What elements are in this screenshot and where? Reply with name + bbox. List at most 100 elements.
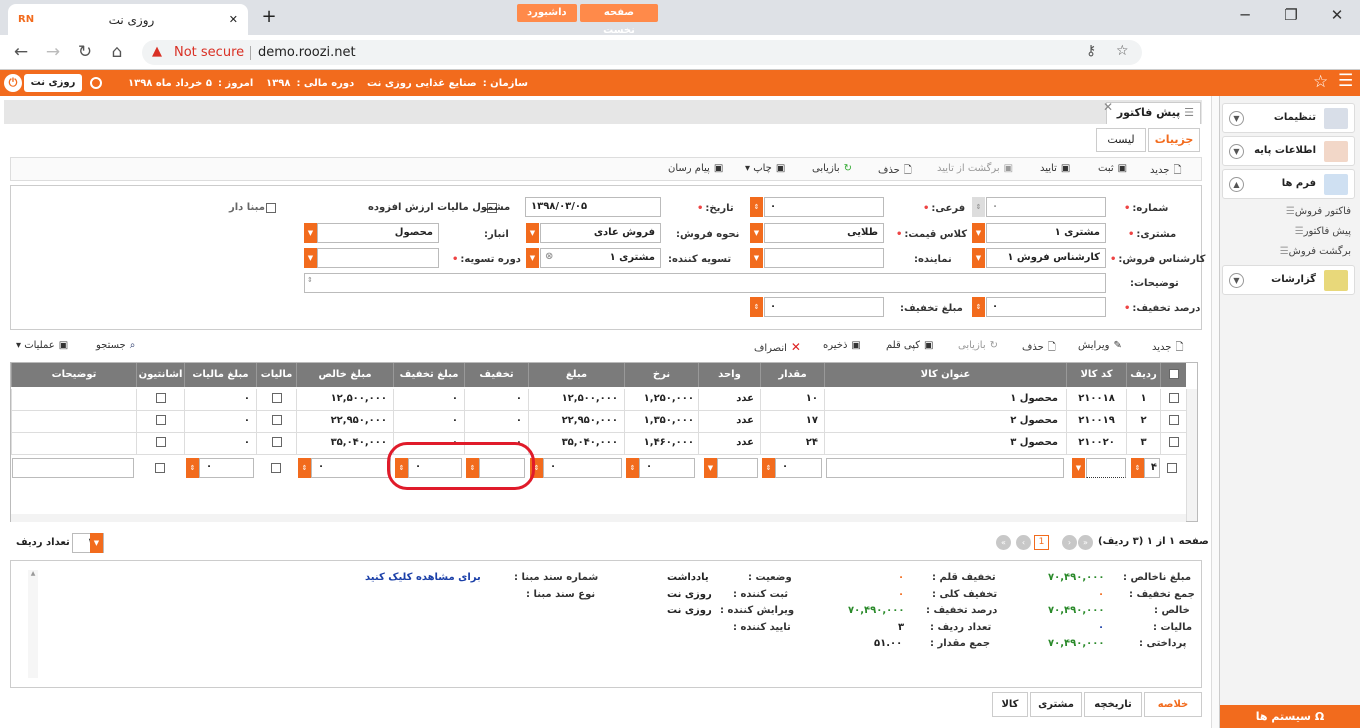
grid-save-button[interactable]: ▣ذخیره: [823, 340, 861, 351]
grid-header-net[interactable]: مبلغ خالص: [296, 363, 393, 387]
favorite-star-icon[interactable]: ☆: [1313, 72, 1328, 92]
chevron-down-icon[interactable]: ▼: [1229, 273, 1244, 288]
key-icon[interactable]: ⚷: [1086, 43, 1096, 59]
close-window-icon[interactable]: ✕: [1322, 6, 1352, 24]
row-checkbox[interactable]: [1168, 415, 1179, 425]
notes-field[interactable]: [304, 273, 1106, 293]
edit-qty-stepper[interactable]: ⇕: [762, 458, 775, 478]
prev-page-icon[interactable]: ›: [1062, 535, 1077, 550]
row-gift[interactable]: [136, 411, 184, 433]
sidebar-item-pre-invoice[interactable]: پیش فاکتور☰: [1290, 226, 1351, 237]
home-page-button[interactable]: صفحه نخست: [580, 4, 658, 36]
grid-header-rate[interactable]: نرخ: [624, 363, 698, 387]
row-gift[interactable]: [136, 433, 184, 455]
row-tax[interactable]: [256, 433, 296, 455]
search-button[interactable]: ⌕جستجو: [96, 340, 135, 351]
row-tax[interactable]: [256, 411, 296, 433]
grid-hscroll[interactable]: [11, 514, 1186, 522]
grid-header-title[interactable]: عنوان کالا: [824, 363, 1066, 387]
not-secure-label[interactable]: Not secure: [174, 45, 244, 60]
discount-pct-field[interactable]: ۰: [986, 297, 1106, 317]
edit-rate-stepper[interactable]: ⇕: [626, 458, 639, 478]
gift-checkbox[interactable]: [155, 437, 166, 447]
print-button[interactable]: ▣چاپ ▾: [745, 163, 785, 174]
edit-tax-checkbox[interactable]: [271, 463, 281, 473]
rep-field[interactable]: [764, 248, 884, 268]
row-select[interactable]: [1160, 411, 1186, 433]
copy-item-button[interactable]: ▣کپی قلم: [886, 340, 934, 351]
chevron-down-icon[interactable]: ▼: [1229, 144, 1244, 159]
star-icon[interactable]: ☆: [1116, 43, 1129, 59]
edit-tax-amt-field[interactable]: ۰: [199, 458, 254, 478]
warehouse-field[interactable]: محصول: [317, 223, 439, 243]
sidebar-group-base-info[interactable]: اطلاعات پایه ▼: [1222, 136, 1355, 166]
sidebar-group-reports[interactable]: گزارشات ▼: [1222, 265, 1355, 295]
tax-checkbox[interactable]: [271, 437, 282, 447]
delete-button[interactable]: 🗋حذف: [878, 163, 912, 180]
next-page-icon[interactable]: ‹: [1016, 535, 1031, 550]
edit-title-field[interactable]: [826, 458, 1064, 478]
chevron-down-icon[interactable]: ▼: [1229, 111, 1244, 126]
sidebar-item-sales-return[interactable]: برگشت فروش☰: [1275, 246, 1351, 257]
date-field[interactable]: ۱۳۹۸/۰۳/۰۵: [525, 197, 661, 217]
sidebar-group-forms[interactable]: فرم ها ▲: [1222, 169, 1355, 199]
revert-approve-button[interactable]: ▣برگشت از تایید: [937, 163, 1013, 174]
edit-amount-field[interactable]: ۰: [543, 458, 622, 478]
edit-code-field[interactable]: [1086, 458, 1126, 478]
minimize-icon[interactable]: ─: [1230, 6, 1260, 24]
row-checkbox[interactable]: [1168, 437, 1179, 447]
tax-checkbox[interactable]: [271, 415, 282, 425]
edit-tax-amt-stepper[interactable]: ⇕: [186, 458, 199, 478]
row-checkbox[interactable]: [1168, 393, 1179, 403]
grid-header-gift[interactable]: اشانتیون: [136, 363, 184, 387]
summary-scrollbar[interactable]: ▲: [28, 570, 38, 678]
edit-net-field[interactable]: ۰: [311, 458, 391, 478]
settler-dropdown[interactable]: ▼: [526, 248, 539, 268]
sales-expert-field[interactable]: کارشناس فروش ۱: [986, 248, 1106, 268]
edit-qty-field[interactable]: ۰: [775, 458, 822, 478]
base-checkbox[interactable]: [266, 203, 276, 213]
grid-header-disc-pct[interactable]: تخفیف درصد: [464, 363, 528, 404]
sales-expert-dropdown[interactable]: ▼: [972, 248, 985, 268]
grid-header-notes[interactable]: توضیحات: [11, 363, 136, 387]
settler-field[interactable]: مشتری ۱ ⊗: [540, 248, 661, 268]
messenger-button[interactable]: ▣پیام رسان: [668, 163, 723, 174]
grid-vscroll[interactable]: [1186, 389, 1197, 521]
sidebar-group-settings[interactable]: تنظیمات ▼: [1222, 103, 1355, 133]
power-icon[interactable]: ⏻: [4, 74, 22, 92]
refresh-button[interactable]: ↻بازیابی: [812, 163, 852, 174]
sub-stepper[interactable]: ⇕: [750, 197, 763, 217]
gift-checkbox[interactable]: [155, 393, 166, 403]
grid-header-tax-amt[interactable]: مبلغ مالیات: [184, 363, 256, 387]
tab-summary[interactable]: خلاصه: [1144, 692, 1202, 717]
reload-icon[interactable]: ↻: [74, 42, 96, 62]
customer-dropdown[interactable]: ▼: [972, 223, 985, 243]
base-no-link[interactable]: برای مشاهده کلیک کنید: [365, 572, 481, 583]
edit-unit-dropdown[interactable]: ▼: [704, 458, 717, 478]
grid-header-row[interactable]: ردیف: [1126, 363, 1160, 387]
systems-button[interactable]: سیستم ها Ω: [1220, 705, 1360, 728]
settle-period-field[interactable]: [317, 248, 439, 268]
tab-history[interactable]: تاریخچه: [1084, 692, 1142, 717]
warehouse-dropdown[interactable]: ▼: [304, 223, 317, 243]
tab-details[interactable]: جزییات: [1148, 128, 1200, 152]
url-text[interactable]: demo.roozi.net: [258, 45, 356, 60]
edit-rate-field[interactable]: ۰: [639, 458, 695, 478]
discount-pct-stepper[interactable]: ⇕: [972, 297, 985, 317]
rows-per-page-dropdown[interactable]: ▼: [90, 533, 103, 553]
first-page-icon[interactable]: »: [1078, 535, 1093, 550]
rep-dropdown[interactable]: ▼: [750, 248, 763, 268]
notes-scroll-icon[interactable]: ⇕: [307, 276, 313, 284]
row-tax[interactable]: [256, 389, 296, 411]
forward-icon[interactable]: →: [42, 42, 64, 62]
tab-close-icon[interactable]: ✕: [229, 13, 238, 26]
price-class-field[interactable]: طلایی: [764, 223, 884, 243]
sale-type-field[interactable]: فروش عادی: [540, 223, 661, 243]
close-icon[interactable]: ✕: [1103, 100, 1113, 114]
tab-list[interactable]: لیست: [1096, 128, 1146, 152]
operations-button[interactable]: ▣عملیات ▾: [16, 340, 68, 351]
gift-checkbox[interactable]: [155, 415, 166, 425]
sidebar-item-sales-invoice[interactable]: فاکتور فروش☰: [1281, 206, 1351, 217]
menu-icon[interactable]: ☰: [1338, 71, 1353, 91]
edit-row-no-stepper[interactable]: ⇕: [1131, 458, 1144, 478]
